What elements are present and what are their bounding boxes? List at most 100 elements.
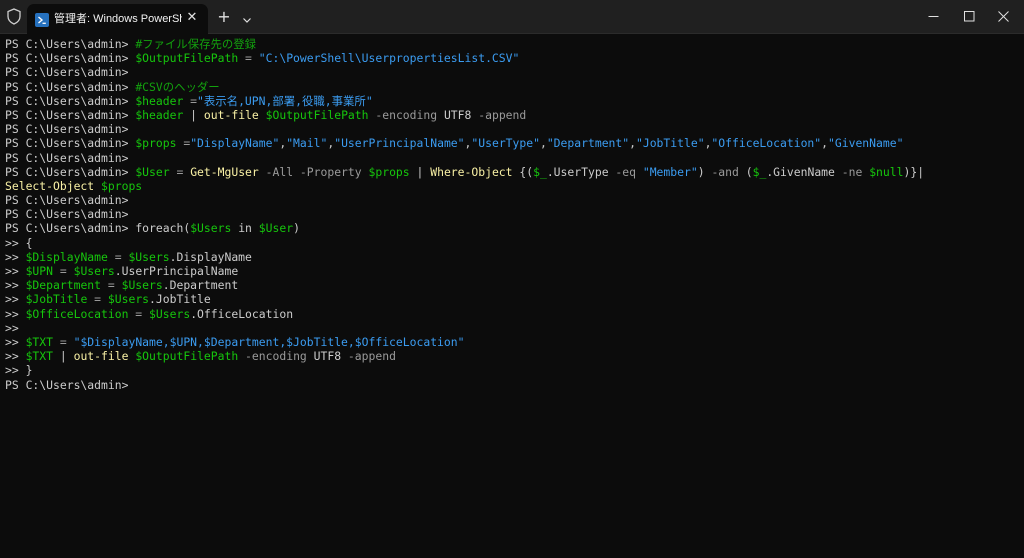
terminal-token: =	[183, 93, 198, 108]
terminal-line: PS C:\Users\admin> foreach($Users in $Us…	[5, 221, 1019, 235]
terminal-token: =	[176, 136, 191, 151]
terminal-token: )	[697, 164, 712, 179]
terminal-token: =	[53, 264, 74, 278]
terminal-token: =	[107, 249, 129, 264]
terminal-line: >> }	[5, 363, 1019, 377]
terminal-token: "GivenName"	[828, 136, 904, 151]
terminal-token: >>	[5, 278, 26, 293]
terminal-token: PS C:\Users\admin>	[5, 164, 136, 179]
terminal-token: $OutputFilePath	[265, 107, 369, 122]
terminal-token: $UPN	[25, 264, 54, 278]
terminal-token: {(	[512, 164, 534, 179]
terminal-line: >> $Department = $Users.Department	[5, 278, 1019, 292]
terminal-line: PS C:\Users\admin>	[5, 65, 1019, 79]
terminal-token: >>	[5, 292, 26, 307]
terminal-token: UTF8	[443, 107, 472, 122]
terminal-token: PS C:\Users\admin>	[5, 122, 129, 137]
terminal-token: $User	[135, 164, 170, 179]
chevron-down-icon[interactable]	[241, 11, 253, 23]
terminal-token: $_	[752, 164, 767, 179]
terminal-token: >>	[5, 320, 19, 335]
terminal-token: $DisplayName	[25, 249, 108, 264]
terminal-token: >>	[5, 334, 26, 349]
terminal-token: out-file	[203, 107, 259, 122]
terminal-token: =	[53, 334, 74, 349]
terminal-token: Get-MgUser	[190, 164, 259, 179]
terminal-token: $Users	[190, 221, 232, 236]
admin-shield-icon	[7, 8, 21, 25]
tab-windows-powershell[interactable]: 管理者: Windows PowerShell ✕	[27, 4, 208, 34]
terminal-token: PS C:\Users\admin>	[5, 51, 136, 66]
terminal-token: Where-Object	[430, 164, 513, 179]
terminal-line: PS C:\Users\admin> $header ="表示名,UPN,部署,…	[5, 94, 1019, 108]
terminal-line: PS C:\Users\admin>	[5, 122, 1019, 136]
terminal-token: >>	[5, 306, 26, 321]
terminal-token: $TXT	[25, 349, 54, 364]
terminal-token: .UserPrincipalName	[114, 264, 239, 278]
terminal-token: #ファイル保存先の登録	[135, 37, 257, 51]
terminal-token: $Users	[73, 264, 115, 278]
terminal-token: PS C:\Users\admin>	[5, 107, 136, 122]
terminal-token: >> }	[5, 363, 33, 378]
terminal-window: 管理者: Windows PowerShell ✕ + PS C:\Users\…	[0, 0, 1024, 558]
terminal-token: "JobTitle"	[635, 136, 705, 151]
terminal-token: "DisplayName"	[190, 136, 280, 151]
terminal-token: "UserType"	[471, 136, 540, 151]
terminal-token: PS C:\Users\admin>	[5, 65, 129, 80]
terminal-line: PS C:\Users\admin> $User = Get-MgUser -A…	[5, 165, 1019, 179]
terminal-token: ,	[629, 136, 636, 151]
terminal-token: $header	[135, 93, 184, 108]
terminal-token: "Member"	[642, 164, 698, 179]
terminal-token: $TXT	[25, 334, 54, 349]
title-bar[interactable]: 管理者: Windows PowerShell ✕ +	[0, 0, 1024, 34]
terminal-line: PS C:\Users\admin> #ファイル保存先の登録	[5, 37, 1019, 51]
close-window-button[interactable]	[980, 0, 1024, 32]
terminal-line: >>	[5, 321, 1019, 335]
terminal-token: >>	[5, 249, 26, 264]
terminal-token: -encoding	[368, 107, 444, 122]
terminal-token: =	[128, 306, 150, 321]
terminal-line: >> $TXT | out-file $OutputFilePath -enco…	[5, 349, 1019, 363]
terminal-token: ,	[821, 136, 829, 151]
terminal-token: $Users	[149, 306, 191, 321]
terminal-line: PS C:\Users\admin> #CSVのヘッダー	[5, 80, 1019, 94]
terminal-token: PS C:\Users\admin>	[5, 207, 129, 222]
terminal-token: $JobTitle	[25, 292, 88, 307]
terminal-token: |	[53, 349, 74, 364]
terminal-line: >> $JobTitle = $Users.JobTitle	[5, 292, 1019, 306]
terminal-token: "$DisplayName,$UPN,$Department,$JobTitle…	[73, 334, 465, 349]
terminal-token: .UserType	[546, 164, 616, 179]
terminal-token: -eq	[615, 164, 636, 179]
terminal-token: >>	[5, 349, 26, 364]
terminal-token: =	[101, 278, 122, 293]
terminal-token: .DisplayName	[169, 249, 252, 264]
terminal-token: .OfficeLocation	[190, 306, 294, 321]
terminal-token: PS C:\Users\admin>	[5, 79, 136, 94]
new-tab-button[interactable]: +	[215, 8, 233, 26]
terminal-token: (	[738, 164, 753, 179]
terminal-token: $OutputFilePath	[135, 349, 239, 364]
terminal-token: )}|	[903, 164, 925, 179]
terminal-line: PS C:\Users\admin> $props ="DisplayName"…	[5, 136, 1019, 150]
terminal-token: in	[231, 221, 259, 236]
terminal-token: )	[293, 221, 300, 236]
terminal-line: PS C:\Users\admin>	[5, 151, 1019, 165]
terminal-token: =	[238, 51, 259, 66]
terminal-token: PS C:\Users\admin>	[5, 37, 136, 51]
terminal-token: PS C:\Users\admin>	[5, 150, 129, 165]
close-icon	[998, 11, 1009, 22]
tab-close-icon[interactable]: ✕	[184, 10, 200, 26]
terminal-token: =	[169, 164, 191, 179]
terminal-token: .GivenName	[766, 164, 842, 179]
terminal-token: "表示名,UPN,部署,役職,事業所"	[197, 93, 373, 108]
terminal-token: |	[409, 164, 431, 179]
terminal-token: $props	[135, 136, 177, 151]
terminal-token: >>	[5, 264, 26, 278]
terminal-token: .Department	[162, 278, 239, 293]
terminal-token: -append	[471, 107, 527, 122]
terminal-token: ,	[539, 136, 547, 151]
terminal-token: $props	[101, 178, 143, 193]
terminal-output[interactable]: PS C:\Users\admin> #ファイル保存先の登録 PS C:\User…	[5, 37, 1019, 555]
